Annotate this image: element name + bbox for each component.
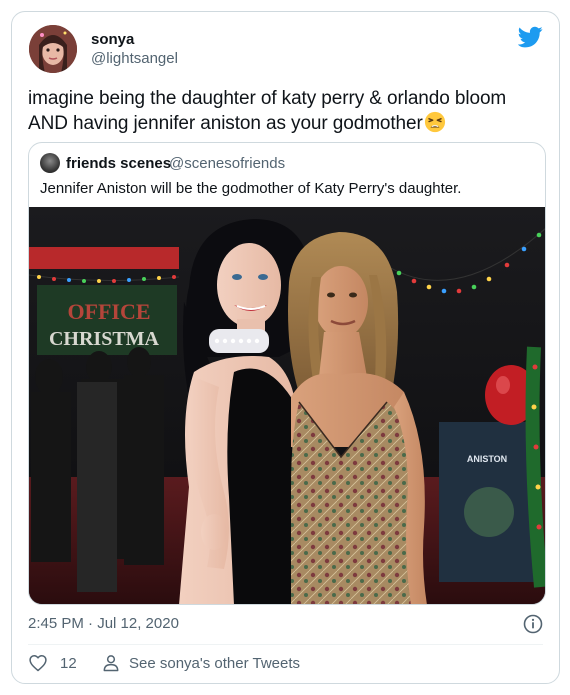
quoted-handle[interactable]: @scenesofriends xyxy=(169,155,285,172)
tweet-card: sonya @lightsangel imagine being the dau… xyxy=(11,11,560,684)
photo-sign-line2: CHRISTMA xyxy=(49,328,160,350)
twitter-bird-icon[interactable] xyxy=(518,26,543,48)
person-icon xyxy=(103,655,119,672)
quoted-tweet[interactable]: friends scenes @scenesofriends Jennifer … xyxy=(28,142,546,605)
like-count: 12 xyxy=(60,654,77,672)
heart-icon xyxy=(29,655,47,672)
author-name[interactable]: sonya xyxy=(91,31,134,48)
like-button[interactable]: 12 xyxy=(28,653,77,673)
info-icon[interactable] xyxy=(523,614,543,634)
see-other-tweets-label: See sonya's other Tweets xyxy=(129,654,301,672)
quoted-name[interactable]: friends scenes xyxy=(66,155,171,172)
tired-face-emoji-icon xyxy=(424,111,445,133)
tweet-timestamp[interactable]: 2:45 PM · Jul 12, 2020 xyxy=(28,615,179,632)
photo-sign-line1: OFFICE xyxy=(67,299,150,324)
quoted-text: Jennifer Aniston will be the godmother o… xyxy=(40,180,462,197)
author-handle[interactable]: @lightsangel xyxy=(91,50,178,67)
author-avatar[interactable] xyxy=(29,25,77,73)
quoted-photo[interactable]: OFFICE CHRISTMA ANISTON xyxy=(29,207,546,605)
quoted-avatar[interactable] xyxy=(40,153,60,173)
photo-poster-text: ANISTON xyxy=(467,454,507,464)
divider xyxy=(28,644,543,645)
tweet-text: imagine being the daughter of katy perry… xyxy=(28,87,548,136)
see-other-tweets-link[interactable]: See sonya's other Tweets xyxy=(101,653,300,673)
